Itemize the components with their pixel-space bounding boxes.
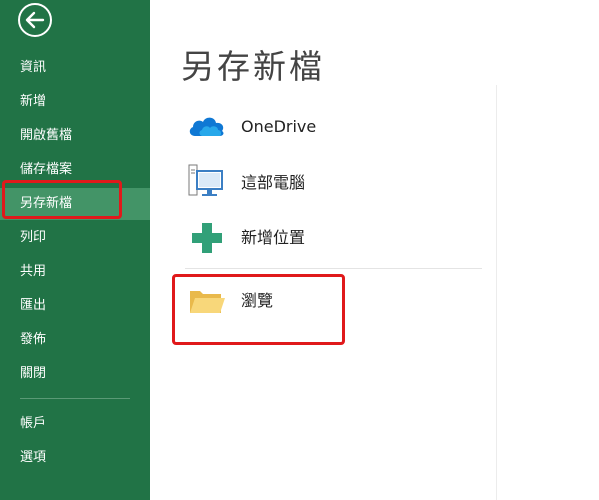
- nav-publish[interactable]: 發佈: [0, 324, 150, 356]
- nav-account[interactable]: 帳戶: [0, 408, 150, 440]
- location-onedrive[interactable]: OneDrive: [185, 105, 485, 149]
- location-label: 這部電腦: [241, 173, 306, 192]
- nav-close[interactable]: 關閉: [0, 358, 150, 390]
- nav-export[interactable]: 匯出: [0, 290, 150, 322]
- location-add-place[interactable]: 新增位置: [185, 216, 485, 260]
- nav-new[interactable]: 新增: [0, 86, 150, 118]
- plus-icon: [185, 216, 231, 260]
- location-this-pc[interactable]: 這部電腦: [185, 161, 485, 205]
- nav-open[interactable]: 開啟舊檔: [0, 120, 150, 152]
- nav-info[interactable]: 資訊: [0, 52, 150, 84]
- computer-icon: [185, 161, 231, 205]
- location-label: 新增位置: [241, 228, 306, 247]
- nav-print[interactable]: 列印: [0, 222, 150, 254]
- back-button[interactable]: [17, 2, 53, 38]
- folder-icon: [185, 279, 231, 323]
- browse-label: 瀏覽: [241, 291, 274, 310]
- panel-divider: [496, 85, 497, 500]
- backstage-sidebar: 資訊 新增 開啟舊檔 儲存檔案 另存新檔 列印 共用 匯出 發佈 關閉 帳戶 選…: [0, 0, 150, 500]
- location-label: OneDrive: [241, 117, 317, 136]
- browse-button[interactable]: 瀏覽: [185, 279, 485, 323]
- nav-share[interactable]: 共用: [0, 256, 150, 288]
- onedrive-cloud-icon: [185, 105, 231, 149]
- nav-options[interactable]: 選項: [0, 442, 150, 474]
- sidebar-divider: [20, 398, 130, 399]
- back-arrow-icon: [18, 3, 52, 37]
- page-title: 另存新檔: [181, 47, 325, 86]
- location-separator: [185, 268, 482, 269]
- nav-save-as[interactable]: 另存新檔: [0, 188, 150, 220]
- nav-save[interactable]: 儲存檔案: [0, 154, 150, 186]
